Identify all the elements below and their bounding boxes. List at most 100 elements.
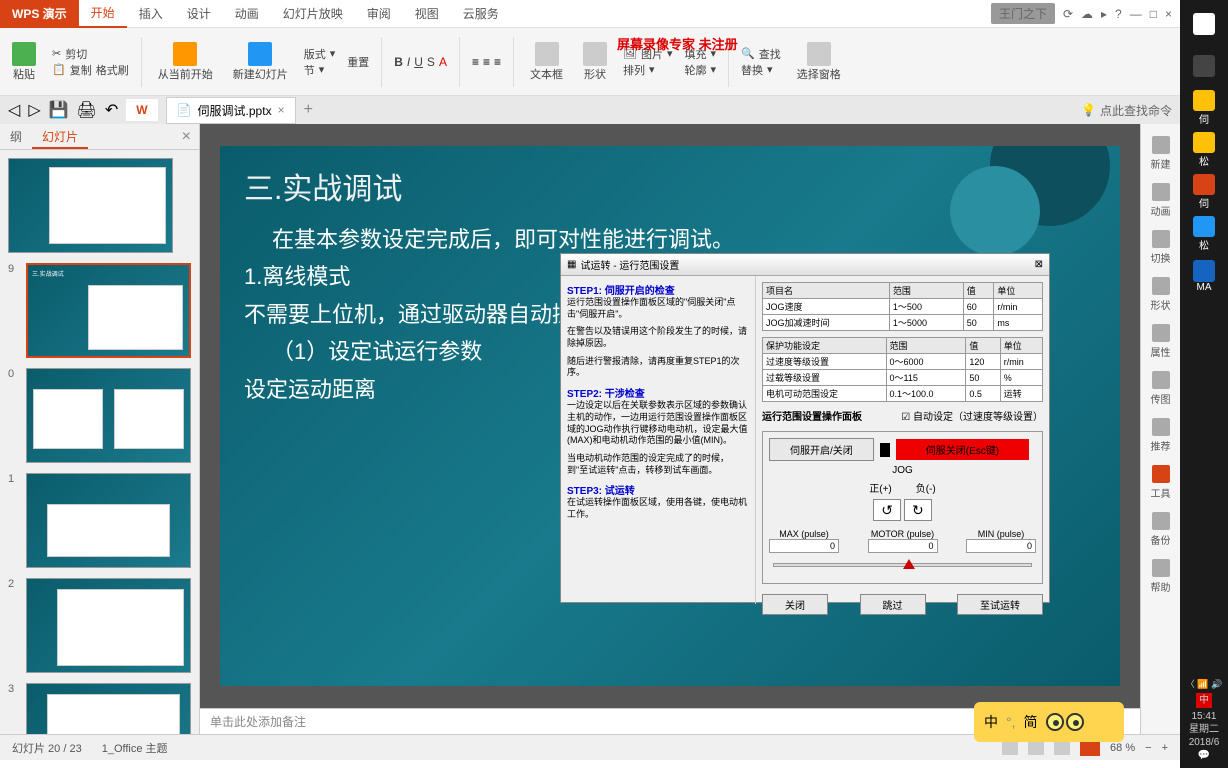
panel-close-icon[interactable]: × bbox=[174, 124, 199, 149]
find-button[interactable]: 🔍 查找 bbox=[741, 46, 781, 62]
tab-view[interactable]: 视图 bbox=[403, 0, 451, 28]
bold-button[interactable]: B bbox=[394, 55, 403, 69]
thumbnail-item[interactable]: 1 bbox=[8, 473, 191, 568]
close-icon[interactable]: × bbox=[1165, 7, 1172, 21]
replace-button[interactable]: 替换▾ bbox=[741, 62, 781, 78]
nav-fwd-icon[interactable]: ▷ bbox=[28, 100, 40, 120]
thumbnail-item[interactable]: 2 bbox=[8, 578, 191, 673]
tb-wps[interactable]: 伺 bbox=[1184, 174, 1224, 210]
font-color-button[interactable]: A bbox=[439, 55, 447, 69]
rs-upload[interactable]: 传图 bbox=[1147, 367, 1175, 410]
tab-review[interactable]: 审阅 bbox=[355, 0, 403, 28]
zoom-in-button[interactable]: + bbox=[1162, 742, 1168, 754]
rs-shape[interactable]: 形状 bbox=[1147, 273, 1175, 316]
tb-ma[interactable]: MA bbox=[1184, 258, 1224, 294]
close-button[interactable]: 关闭 bbox=[762, 594, 828, 615]
normal-view-button[interactable] bbox=[1002, 741, 1018, 755]
settings-icon[interactable]: ▸ bbox=[1101, 7, 1107, 21]
dialog-close-icon[interactable]: ⊠ bbox=[1035, 259, 1043, 270]
auto-checkbox[interactable]: ☑ 自动设定（过速度等级设置） bbox=[901, 408, 1043, 423]
document-tab[interactable]: 📄 伺服调试.pptx × bbox=[166, 97, 296, 124]
reading-view-button[interactable] bbox=[1054, 741, 1070, 755]
max-input[interactable]: 0 bbox=[769, 539, 839, 553]
copy-button[interactable]: 📋 复制 格式刷 bbox=[52, 62, 129, 78]
tb-folder1[interactable]: 伺 bbox=[1184, 90, 1224, 126]
reset-button[interactable]: 重置 bbox=[347, 54, 369, 70]
minimize-icon[interactable]: — bbox=[1130, 7, 1142, 21]
align-right-button[interactable]: ≡ bbox=[494, 55, 501, 69]
cut-button[interactable]: ✂ 剪切 bbox=[52, 46, 129, 62]
ime-mode[interactable]: 简 bbox=[1024, 712, 1038, 732]
current-slide[interactable]: 三.实战调试 在基本参数设定完成后，即可对性能进行调试。 1.离线模式 不需要上… bbox=[220, 146, 1120, 686]
tab-slideshow[interactable]: 幻灯片放映 bbox=[271, 0, 355, 28]
maximize-icon[interactable]: □ bbox=[1150, 7, 1157, 21]
undo-icon[interactable]: ↶ bbox=[105, 100, 118, 120]
rs-tools[interactable]: 工具 bbox=[1147, 461, 1175, 504]
servo-toggle-button[interactable]: 伺服开启/关闭 bbox=[769, 438, 874, 461]
tab-animation[interactable]: 动画 bbox=[223, 0, 271, 28]
strike-button[interactable]: S bbox=[427, 55, 435, 69]
save-icon[interactable]: 💾 bbox=[49, 100, 69, 120]
cloud-icon[interactable]: ☁ bbox=[1081, 7, 1093, 21]
tb-app[interactable]: 松 bbox=[1184, 216, 1224, 252]
motor-input[interactable]: 0 bbox=[868, 539, 938, 553]
select-pane-button[interactable]: 选择窗格 bbox=[793, 40, 845, 84]
nav-back-icon[interactable]: ◁ bbox=[8, 100, 20, 120]
from-current-button[interactable]: 从当前开始 bbox=[154, 40, 217, 84]
ime-lang[interactable]: 中 bbox=[984, 712, 998, 732]
tb-clock[interactable]: 〈 📶 🔊 中 15:41 星期二 2018/6 💬 bbox=[1184, 673, 1224, 768]
new-slide-button[interactable]: 新建幻灯片 bbox=[229, 40, 292, 84]
thumbnail-item[interactable]: 9三.实战调试 bbox=[8, 263, 191, 358]
thumbnail-item[interactable]: 0 bbox=[8, 368, 191, 463]
shape-button[interactable]: 形状 bbox=[579, 40, 611, 84]
zoom-level[interactable]: 68 % bbox=[1110, 742, 1135, 754]
tb-windows[interactable] bbox=[1184, 6, 1224, 42]
jog-ccw-button[interactable]: ↺ bbox=[873, 499, 901, 521]
sync-icon[interactable]: ⟳ bbox=[1063, 7, 1073, 21]
user-badge[interactable]: 王门之下 bbox=[991, 3, 1055, 24]
textbox-button[interactable]: 文本框 bbox=[526, 40, 567, 84]
rs-reco[interactable]: 推荐 bbox=[1147, 414, 1175, 457]
zoom-out-button[interactable]: − bbox=[1145, 742, 1151, 754]
outline-button[interactable]: 轮廓▾ bbox=[685, 62, 717, 78]
rs-prop[interactable]: 属性 bbox=[1147, 320, 1175, 363]
ime-bar[interactable]: 中 °, 简 bbox=[974, 702, 1124, 742]
help-icon[interactable]: ? bbox=[1115, 7, 1122, 21]
rs-trans[interactable]: 切换 bbox=[1147, 226, 1175, 269]
tab-start[interactable]: 开始 bbox=[79, 0, 127, 28]
align-left-button[interactable]: ≡ bbox=[472, 55, 479, 69]
tab-design[interactable]: 设计 bbox=[175, 0, 223, 28]
align-center-button[interactable]: ≡ bbox=[483, 55, 490, 69]
jog-cw-button[interactable]: ↻ bbox=[904, 499, 932, 521]
rs-anim[interactable]: 动画 bbox=[1147, 179, 1175, 222]
slides-tab[interactable]: 幻灯片 bbox=[32, 124, 88, 149]
thumbnail-item[interactable]: 3 bbox=[8, 683, 191, 734]
arrange-button[interactable]: 排列▾ bbox=[623, 62, 673, 78]
tab-insert[interactable]: 插入 bbox=[127, 0, 175, 28]
wps-home-tab[interactable]: W bbox=[126, 99, 157, 121]
thumbnail-item[interactable] bbox=[8, 158, 191, 253]
add-tab-icon[interactable]: + bbox=[304, 101, 313, 119]
print-icon[interactable]: 🖨 bbox=[77, 100, 97, 120]
layout-button[interactable]: 版式▾ bbox=[304, 46, 336, 62]
tb-folder2[interactable]: 松 bbox=[1184, 132, 1224, 168]
tab-cloud[interactable]: 云服务 bbox=[451, 0, 511, 28]
thumbnails[interactable]: 9三.实战调试 0 1 2 3 + bbox=[0, 150, 199, 734]
close-tab-icon[interactable]: × bbox=[278, 103, 285, 117]
paste-button[interactable]: 粘贴 bbox=[8, 40, 40, 84]
outline-tab[interactable]: 纲 bbox=[0, 124, 32, 149]
min-input[interactable]: 0 bbox=[966, 539, 1036, 553]
rs-backup[interactable]: 备份 bbox=[1147, 508, 1175, 551]
find-command[interactable]: 点此查找命令 bbox=[1100, 102, 1172, 119]
section-button[interactable]: 节▾ bbox=[304, 62, 336, 78]
rs-help[interactable]: 帮助 bbox=[1147, 555, 1175, 598]
range-slider[interactable] bbox=[773, 563, 1032, 567]
skip-button[interactable]: 跳过 bbox=[860, 594, 926, 615]
ribbon: 屏幕录像专家 未注册 粘贴 ✂ 剪切 📋 复制 格式刷 从当前开始 新建幻灯片 … bbox=[0, 28, 1180, 96]
italic-button[interactable]: I bbox=[407, 55, 410, 69]
underline-button[interactable]: U bbox=[414, 55, 423, 69]
rs-new[interactable]: 新建 bbox=[1147, 132, 1175, 175]
tb-taskview[interactable] bbox=[1184, 48, 1224, 84]
to-test-button[interactable]: 至试运转 bbox=[957, 594, 1043, 615]
sorter-view-button[interactable] bbox=[1028, 741, 1044, 755]
